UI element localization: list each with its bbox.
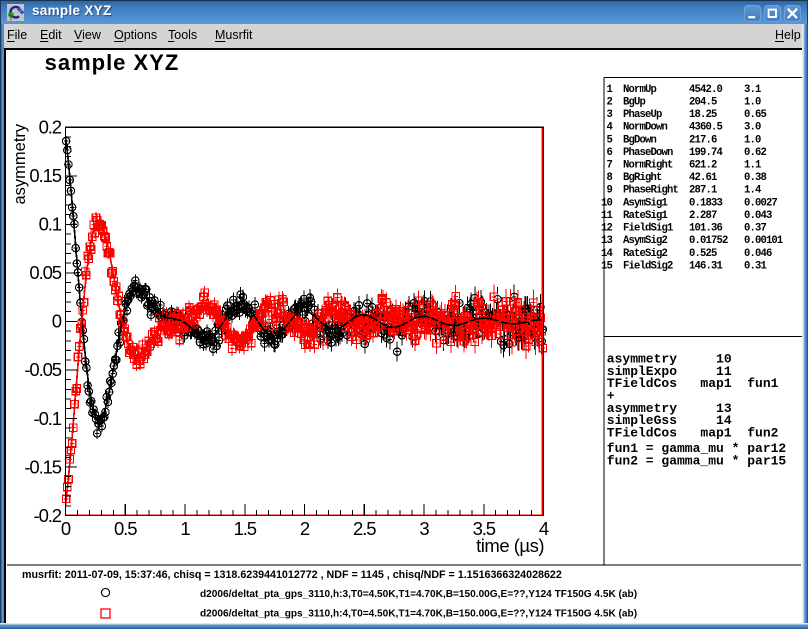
svg-text:2.5: 2.5 (353, 518, 376, 539)
svg-text:d2006/deltat_pta_gps_3110,h:3,: d2006/deltat_pta_gps_3110,h:3,T0=4.50K,T… (200, 589, 637, 600)
svg-text:9 PhaseRight 287.1 1.4: 9 PhaseRight 287.1 1.4 (601, 185, 762, 197)
svg-text:10 AsymSig1 0.1833 0.00: 10 AsymSig1 0.1833 0.0027 (601, 197, 777, 209)
svg-text:TFieldCos map1 fun2: TFieldCos map1 fun2 (607, 426, 779, 441)
svg-text:0.15: 0.15 (29, 165, 61, 186)
svg-text:TFieldCos map1 fun1: TFieldCos map1 fun1 (607, 376, 779, 391)
svg-text:musrfit: 2011-07-09, 15:37:46,: musrfit: 2011-07-09, 15:37:46, chisq = 1… (22, 569, 562, 581)
svg-text:-0.1: -0.1 (34, 408, 62, 429)
svg-text:2: 2 (300, 518, 310, 539)
svg-text:3 PhaseUp 18.25 0.65: 3 PhaseUp 18.25 0.65 (601, 109, 766, 121)
svg-text:0: 0 (52, 311, 62, 332)
svg-text:0: 0 (61, 518, 71, 539)
svg-text:sample XYZ: sample XYZ (45, 50, 180, 75)
svg-text:1 NormUp 4542.0 3.1: 1 NormUp 4542.0 3.1 (601, 84, 761, 96)
svg-text:8 BgRight 42.61 0.38: 8 BgRight 42.61 0.38 (601, 172, 766, 184)
svg-text:0.5: 0.5 (114, 518, 137, 539)
svg-text:-0.2: -0.2 (34, 505, 62, 526)
svg-text:2 BgUp 204.5 1.0: 2 BgUp 204.5 1.0 (601, 96, 761, 108)
svg-text:11 RateSig1 2.287 0.04: 11 RateSig1 2.287 0.043 (601, 210, 772, 222)
svg-text:0.2: 0.2 (39, 117, 62, 138)
svg-text:4 NormDown 4360.5 3.0: 4 NormDown 4360.5 3.0 (601, 122, 761, 134)
svg-text:13 AsymSig2 0.01752 0.00: 13 AsymSig2 0.01752 0.00101 (601, 235, 783, 247)
svg-text:-0.05: -0.05 (24, 359, 61, 380)
svg-text:0.05: 0.05 (29, 262, 61, 283)
svg-text:-0.15: -0.15 (24, 456, 61, 477)
svg-text:3: 3 (419, 518, 429, 539)
svg-text:5 BgDown 217.6 1.0: 5 BgDown 217.6 1.0 (601, 134, 761, 146)
svg-text:asymmetry: asymmetry (11, 123, 29, 204)
svg-text:14 RateSig2 0.525 0.04: 14 RateSig2 0.525 0.046 (601, 248, 772, 260)
svg-text:1: 1 (180, 518, 190, 539)
svg-text:15 FieldSig2 146.31 0.31: 15 FieldSig2 146.31 0.31 (601, 260, 766, 272)
svg-text:time (µs): time (µs) (476, 535, 544, 556)
svg-text:6 PhaseDown 199.74 0.62: 6 PhaseDown 199.74 0.62 (601, 147, 766, 159)
svg-text:0.1: 0.1 (39, 214, 62, 235)
svg-text:fun2 = gamma_mu * par15: fun2 = gamma_mu * par15 (607, 454, 787, 469)
svg-text:1.5: 1.5 (234, 518, 257, 539)
svg-text:7 NormRight 621.2 1.1: 7 NormRight 621.2 1.1 (601, 160, 761, 172)
svg-text:12 FieldSig1 101.36 0.37: 12 FieldSig1 101.36 0.37 (601, 223, 766, 235)
svg-text:d2006/deltat_pta_gps_3110,h:4,: d2006/deltat_pta_gps_3110,h:4,T0=4.50K,T… (200, 609, 637, 620)
